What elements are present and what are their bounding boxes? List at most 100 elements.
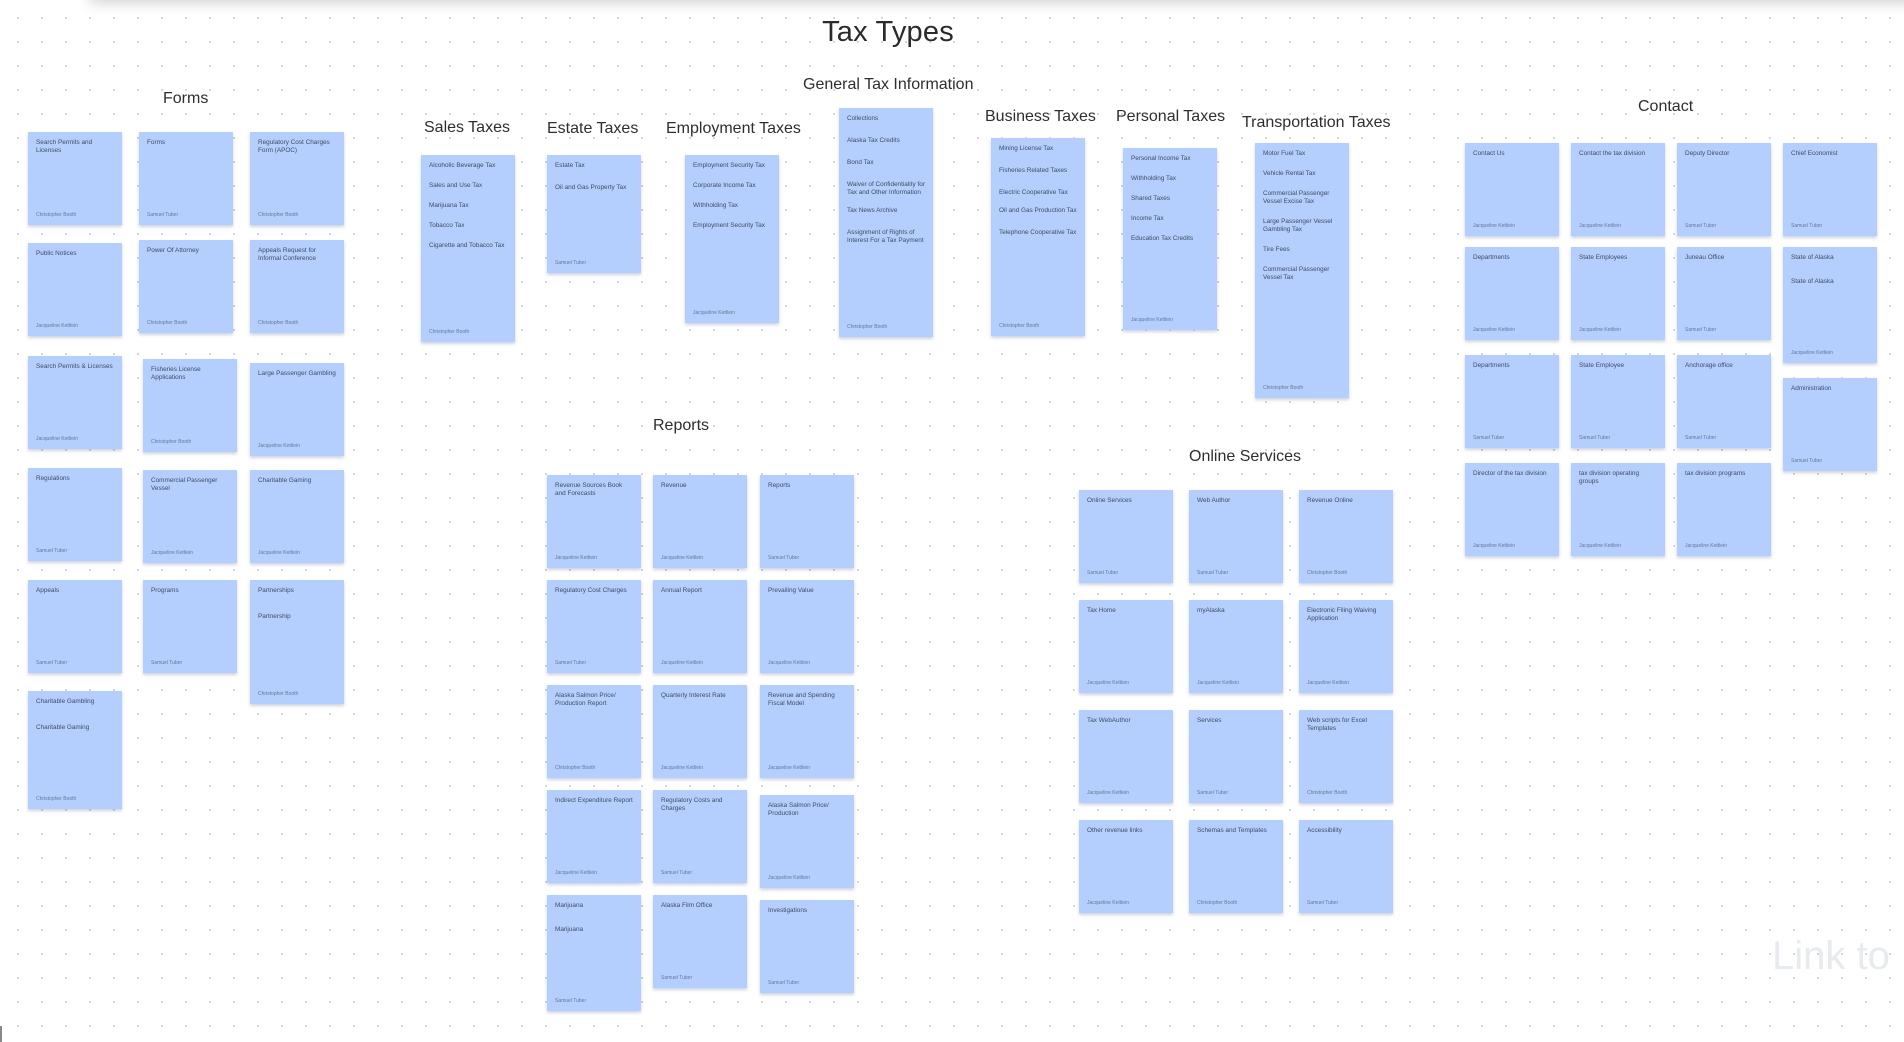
note-text: Motor Fuel Tax <box>1263 150 1306 157</box>
sticky-note[interactable]: Personal Income Tax Withholding Tax Shared… <box>1123 148 1217 330</box>
sticky-note[interactable]: Appeals Request for Informal Conference C… <box>250 240 344 333</box>
sticky-note[interactable]: Contact Us Jacqueline Kettlein <box>1465 143 1559 236</box>
sticky-note[interactable]: tax division programs Jacqueline Kettlein <box>1677 463 1771 556</box>
sticky-note[interactable]: Electronic Filing Waiving Application Jac… <box>1299 600 1393 693</box>
sticky-note[interactable]: Appeals Samuel Tuber <box>28 580 122 673</box>
sticky-note[interactable]: Alaska Film Office Samuel Tuber <box>653 895 747 988</box>
sticky-note[interactable]: Web scripts for Excel Templates Christoph… <box>1299 710 1393 803</box>
sticky-note[interactable]: Deputy Director Samuel Tuber <box>1677 143 1771 236</box>
sticky-note[interactable]: Charitable Gaming Jacqueline Kettlein <box>250 470 344 563</box>
note-text: Education Tax Credits <box>1131 235 1194 242</box>
sticky-note[interactable]: Regulatory Costs and Charges Samuel Tuber <box>653 790 747 883</box>
note-author: Samuel Tuber <box>1791 458 1823 464</box>
note-author: Christopher Booth <box>258 320 299 326</box>
note-author: Samuel Tuber <box>1791 223 1823 229</box>
sticky-note[interactable]: Investigations Samuel Tuber <box>760 900 854 993</box>
note-author: Samuel Tuber <box>1087 570 1119 576</box>
sticky-note[interactable]: State Employee Samuel Tuber <box>1571 355 1665 448</box>
note-author: Samuel Tuber <box>1197 570 1229 576</box>
sticky-note[interactable]: Employment Security Tax Corporate Income … <box>685 155 779 323</box>
note-text: State of Alaska <box>1791 278 1834 285</box>
note-text: Revenue <box>661 482 687 489</box>
note-text: Commercial Passenger Vessel Excise Tax <box>1263 190 1330 205</box>
sticky-note[interactable]: Marijuana Marijuana Samuel Tuber <box>547 895 641 1011</box>
note-text: Regulatory Cost Charges <box>555 587 627 594</box>
sticky-note[interactable]: Tax WebAuthor Jacqueline Kettlein <box>1079 710 1173 803</box>
sticky-note[interactable]: Juneau Office Samuel Tuber <box>1677 247 1771 340</box>
note-author: Samuel Tuber <box>1685 223 1717 229</box>
note-author: Samuel Tuber <box>1197 790 1229 796</box>
sticky-note[interactable]: Director of the tax division Jacqueline K… <box>1465 463 1559 556</box>
board-title: Tax Types <box>822 16 954 48</box>
sticky-note[interactable]: Services Samuel Tuber <box>1189 710 1283 803</box>
sticky-note[interactable]: Accessibility Samuel Tuber <box>1299 820 1393 913</box>
sticky-note[interactable]: Mining License Tax Fisheries Related Taxe… <box>991 138 1085 336</box>
sticky-note[interactable]: Departments Jacqueline Kettlein <box>1465 247 1559 340</box>
sticky-note[interactable]: Power Of Attorney Christopher Booth <box>139 240 233 333</box>
sticky-note[interactable]: State Employees Jacqueline Kettlein <box>1571 247 1665 340</box>
sticky-note[interactable]: Chief Economist Samuel Tuber <box>1783 143 1877 236</box>
sticky-note[interactable]: Programs Samuel Tuber <box>143 580 237 673</box>
sticky-note[interactable]: Alaska Salmon Price/ Production Report Ch… <box>547 685 641 778</box>
sticky-note[interactable]: myAlaska Jacqueline Kettlein <box>1189 600 1283 693</box>
sticky-note[interactable]: Revenue Sources Book and Forecasts Jacque… <box>547 475 641 568</box>
note-author: Jacqueline Kettlein <box>258 443 300 449</box>
sticky-note[interactable]: Revenue and Spending Fiscal Model Jacquel… <box>760 685 854 778</box>
sticky-note[interactable]: Forms Samuel Tuber <box>139 132 233 225</box>
sticky-note[interactable]: Anchorage office Samuel Tuber <box>1677 355 1771 448</box>
note-author: Jacqueline Kettlein <box>661 555 703 561</box>
note-author: Jacqueline Kettlein <box>1791 350 1833 356</box>
note-author: Christopher Booth <box>1263 385 1304 391</box>
sticky-note[interactable]: Search Permits & Licenses Jacqueline Kett… <box>28 356 122 449</box>
sticky-note[interactable]: Alaska Salmon Price/ Production Jacquelin… <box>760 795 854 888</box>
sticky-note[interactable]: Tax Home Jacqueline Kettlein <box>1079 600 1173 693</box>
note-author: Samuel Tuber <box>555 260 587 266</box>
note-text: Investigations <box>768 907 808 914</box>
sticky-note[interactable]: Administration Samuel Tuber <box>1783 378 1877 471</box>
sticky-note[interactable]: Quarterly Interest Rate Jacqueline Kettle… <box>653 685 747 778</box>
sticky-note[interactable]: Commercial Passenger Vessel Jacqueline Ke… <box>143 470 237 563</box>
sticky-note[interactable]: Revenue Online Christopher Booth <box>1299 490 1393 583</box>
sticky-note[interactable]: Fisheries License Applications Christophe… <box>143 359 237 452</box>
note-text: Alaska Salmon Price/ Production Report <box>555 692 616 707</box>
sticky-note[interactable]: Regulations Samuel Tuber <box>28 468 122 561</box>
note-text: Other revenue links <box>1087 827 1143 834</box>
note-author: Christopher Booth <box>555 765 596 771</box>
sticky-note[interactable]: Charitable Gambling Charitable Gaming Chri… <box>28 691 122 809</box>
sticky-note[interactable]: Collections Alaska Tax Credits Bond Tax Wai… <box>839 108 933 337</box>
sticky-note[interactable]: Annual Report Jacqueline Kettlein <box>653 580 747 673</box>
sticky-note[interactable]: tax division operating groups Jacqueline … <box>1571 463 1665 556</box>
sticky-note[interactable]: Other revenue links Jacqueline Kettlein <box>1079 820 1173 913</box>
sticky-note[interactable]: Online Services Samuel Tuber <box>1079 490 1173 583</box>
note-author: Jacqueline Kettlein <box>768 875 810 881</box>
sticky-note[interactable]: Estate Tax Oil and Gas Property Tax Samuel… <box>547 155 641 273</box>
sticky-note[interactable]: Reports Samuel Tuber <box>760 475 854 568</box>
sticky-note[interactable]: Regulatory Cost Charges Form (APOC) Chris… <box>250 132 344 225</box>
note-author: Samuel Tuber <box>36 660 68 666</box>
note-text: Public Notices <box>36 250 77 257</box>
sticky-note[interactable]: Large Passenger Gambling Jacqueline Kettl… <box>250 363 344 456</box>
section-forms: Forms <box>163 90 209 107</box>
note-text: tax division programs <box>1685 470 1746 477</box>
section-business-taxes: Business Taxes <box>985 108 1096 125</box>
sticky-note[interactable]: State of Alaska State of Alaska Jacqueline… <box>1783 247 1877 363</box>
sticky-note[interactable]: Contact the tax division Jacqueline Kettl… <box>1571 143 1665 236</box>
sticky-note[interactable]: Web Author Samuel Tuber <box>1189 490 1283 583</box>
note-text: Employment Security Tax <box>693 162 765 169</box>
sticky-note[interactable]: Regulatory Cost Charges Samuel Tuber <box>547 580 641 673</box>
note-author: Christopher Booth <box>847 324 888 330</box>
sticky-note[interactable]: Indirect Expenditure Report Jacqueline Ke… <box>547 790 641 883</box>
sticky-note[interactable]: Motor Fuel Tax Vehicle Rental Tax Commerci… <box>1255 143 1349 398</box>
note-text: Administration <box>1791 385 1832 392</box>
sticky-note[interactable]: Prevailing Value Jacqueline Kettlein <box>760 580 854 673</box>
sticky-note[interactable]: Revenue Jacqueline Kettlein <box>653 475 747 568</box>
note-text: Reports <box>768 482 791 489</box>
sticky-note[interactable]: Schemas and Templates Christopher Booth <box>1189 820 1283 913</box>
note-author: Jacqueline Kettlein <box>555 870 597 876</box>
sticky-note[interactable]: Partnerships Partnership Christopher Booth <box>250 580 344 704</box>
sticky-note[interactable]: Departments Samuel Tuber <box>1465 355 1559 448</box>
sticky-note[interactable]: Public Notices Jacqueline Kettlein <box>28 243 122 336</box>
section-sales-taxes: Sales Taxes <box>424 119 510 136</box>
sticky-note[interactable]: Search Permits and Licenses Christopher B… <box>28 132 122 225</box>
sticky-note[interactable]: Alcoholic Beverage Tax Sales and Use Tax M… <box>421 155 515 342</box>
